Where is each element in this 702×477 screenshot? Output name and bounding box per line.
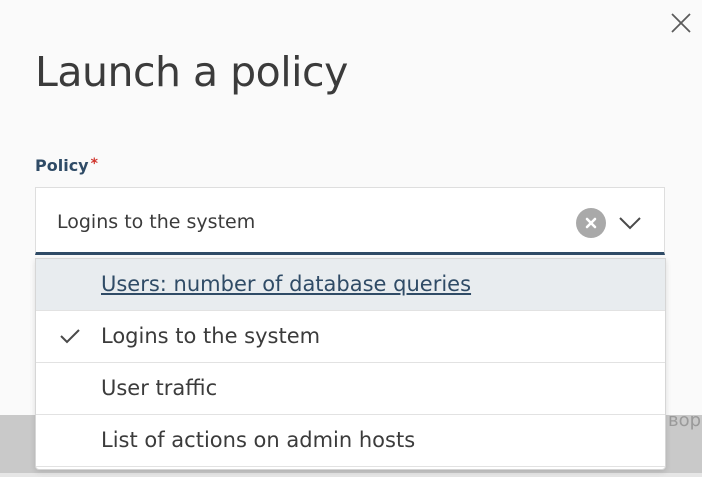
- background-partial-text: вор: [668, 410, 702, 431]
- dialog-title: Launch a policy: [35, 48, 348, 96]
- option-label: User traffic: [101, 376, 218, 400]
- policy-select[interactable]: Logins to the system: [35, 187, 665, 255]
- policy-dropdown-menu: Users: number of database queries Logins…: [35, 258, 666, 470]
- dropdown-option-user-traffic[interactable]: User traffic: [36, 363, 665, 415]
- close-icon[interactable]: [669, 11, 693, 35]
- option-label: Logins to the system: [101, 324, 321, 348]
- dropdown-option-users-db-queries[interactable]: Users: number of database queries: [36, 259, 665, 311]
- policy-select-value: Logins to the system: [57, 211, 256, 233]
- option-label: Users: number of database queries: [101, 272, 472, 296]
- chevron-down-icon[interactable]: [618, 212, 642, 234]
- dropdown-option-logins[interactable]: Logins to the system: [36, 311, 665, 363]
- policy-label-text: Policy: [35, 156, 89, 175]
- option-label: List of actions on admin hosts: [101, 428, 416, 452]
- clear-icon[interactable]: [576, 208, 606, 238]
- dropdown-option-admin-actions[interactable]: List of actions on admin hosts: [36, 415, 665, 467]
- background-strip: [0, 473, 702, 477]
- policy-field-label: Policy *: [35, 156, 98, 175]
- required-marker: *: [90, 156, 98, 172]
- check-icon: [59, 327, 81, 345]
